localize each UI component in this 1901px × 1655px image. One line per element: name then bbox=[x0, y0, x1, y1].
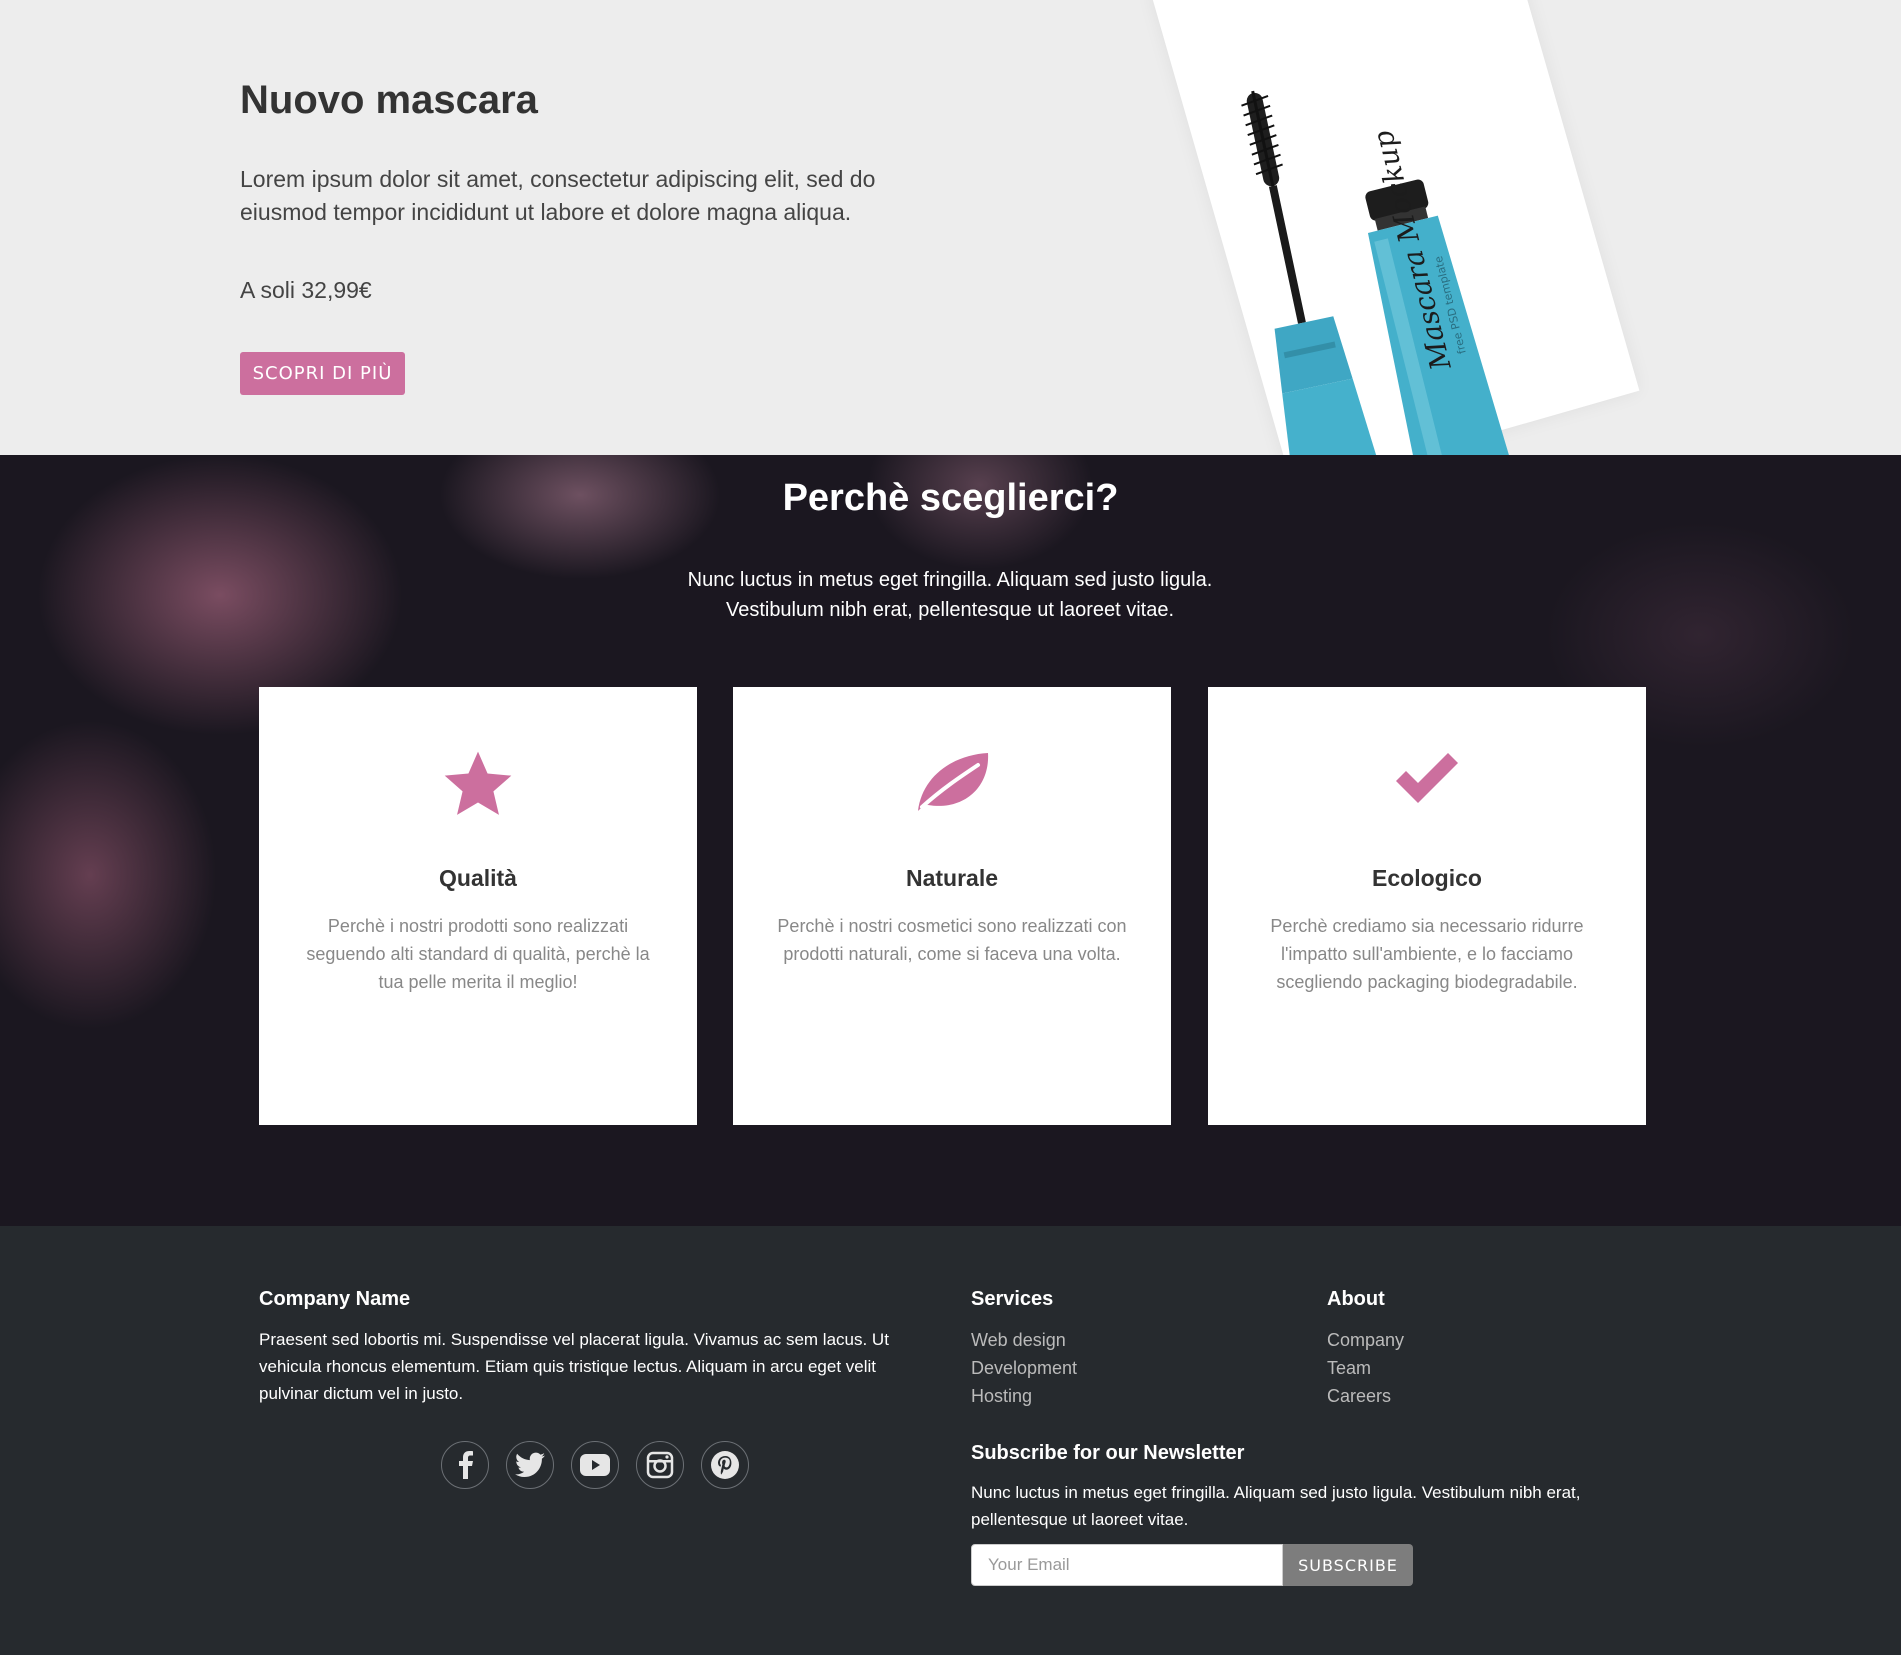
company-description: Praesent sed lobortis mi. Suspendisse ve… bbox=[259, 1330, 889, 1403]
why-choose-us-section: Perchè sceglierci? Nunc luctus in metus … bbox=[0, 455, 1901, 1226]
pinterest-icon[interactable] bbox=[701, 1441, 749, 1489]
newsletter-description: Nunc luctus in metus eget fringilla. Ali… bbox=[971, 1483, 1581, 1529]
youtube-icon[interactable] bbox=[571, 1441, 619, 1489]
feature-card-ecological: Ecologico Perchè crediamo sia necessario… bbox=[1208, 687, 1646, 1125]
feature-text: Perchè i nostri prodotti sono realizzati… bbox=[306, 916, 650, 992]
link-team[interactable]: Team bbox=[1327, 1354, 1404, 1382]
feature-text: Perchè crediamo sia necessario ridurre l… bbox=[1270, 916, 1584, 992]
facebook-icon[interactable] bbox=[441, 1441, 489, 1489]
discover-more-button[interactable]: SCOPRI DI PIÙ bbox=[240, 352, 405, 395]
feature-title: Naturale bbox=[905, 865, 999, 891]
section-title: Perchè sceglierci? bbox=[782, 477, 1119, 519]
feature-text: Perchè i nostri cosmetici sono realizzat… bbox=[777, 916, 1127, 964]
link-company[interactable]: Company bbox=[1327, 1326, 1404, 1354]
twitter-icon[interactable] bbox=[506, 1441, 554, 1489]
instagram-icon[interactable] bbox=[636, 1441, 684, 1489]
newsletter-heading: Subscribe for our Newsletter bbox=[971, 1442, 1245, 1464]
hero-title: Nuovo mascara bbox=[240, 78, 538, 122]
link-web-design[interactable]: Web design bbox=[971, 1326, 1077, 1354]
services-heading: Services bbox=[971, 1288, 1054, 1310]
social-links bbox=[441, 1441, 749, 1489]
services-links: Web design Development Hosting bbox=[971, 1326, 1077, 1410]
feature-card-natural: Naturale Perchè i nostri cosmetici sono … bbox=[733, 687, 1171, 1125]
link-hosting[interactable]: Hosting bbox=[971, 1382, 1077, 1410]
feature-title: Qualità bbox=[439, 865, 517, 891]
hero-section: Nuovo mascara Lorem ipsum dolor sit amet… bbox=[0, 0, 1901, 455]
about-heading: About bbox=[1327, 1288, 1385, 1310]
about-links: Company Team Careers bbox=[1327, 1326, 1404, 1410]
email-field[interactable] bbox=[971, 1544, 1283, 1586]
feature-title: Ecologico bbox=[1372, 865, 1482, 891]
company-name: Company Name bbox=[259, 1288, 411, 1310]
feature-card-quality: Qualità Perchè i nostri prodotti sono re… bbox=[259, 687, 697, 1125]
star-icon bbox=[259, 747, 697, 827]
check-icon bbox=[1208, 747, 1646, 827]
hero-description: Lorem ipsum dolor sit amet, consectetur … bbox=[240, 166, 876, 225]
subscribe-button[interactable]: SUBSCRIBE bbox=[1283, 1544, 1413, 1586]
section-subtitle: Nunc luctus in metus eget fringilla. Ali… bbox=[687, 569, 1213, 621]
link-careers[interactable]: Careers bbox=[1327, 1382, 1404, 1410]
hero-price: A soli 32,99€ bbox=[240, 277, 372, 303]
mascara-product-image: Mascara Mockup free PSD template bbox=[1241, 90, 1515, 455]
link-development[interactable]: Development bbox=[971, 1354, 1077, 1382]
leaf-icon bbox=[733, 747, 1171, 827]
footer: Company Name Praesent sed lobortis mi. S… bbox=[0, 1226, 1901, 1655]
